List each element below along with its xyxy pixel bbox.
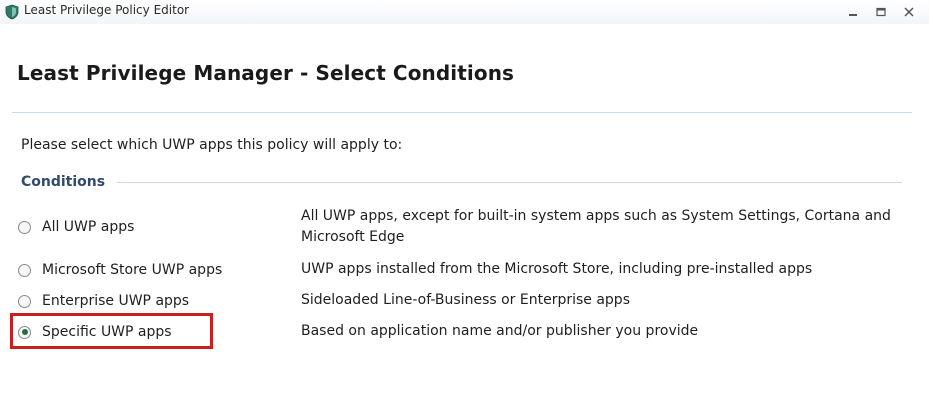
option-label: Enterprise UWP apps bbox=[42, 293, 190, 309]
close-icon[interactable] bbox=[895, 2, 923, 22]
maximize-icon[interactable] bbox=[867, 2, 895, 22]
title-bar: Least Privilege Policy Editor bbox=[0, 0, 929, 24]
option-label: All UWP apps bbox=[42, 219, 135, 235]
radio-all-uwp-apps[interactable]: All UWP apps bbox=[18, 217, 134, 237]
prompt-text: Please select which UWP apps this policy… bbox=[21, 137, 403, 153]
group-divider bbox=[117, 182, 902, 183]
radio-button[interactable] bbox=[18, 263, 31, 277]
highlight-box bbox=[10, 313, 213, 349]
option-description: Sideloaded Line-of-Business or Enterpris… bbox=[301, 292, 630, 308]
option-description: All UWP apps, except for built-in system… bbox=[301, 208, 891, 245]
radio-enterprise-uwp-apps[interactable]: Enterprise UWP apps bbox=[18, 291, 189, 311]
option-description: UWP apps installed from the Microsoft St… bbox=[301, 261, 813, 277]
window-controls bbox=[839, 2, 923, 22]
radio-button[interactable] bbox=[18, 294, 31, 308]
radio-microsoft-store-uwp-apps[interactable]: Microsoft Store UWP apps bbox=[18, 260, 222, 280]
header-divider bbox=[12, 112, 912, 113]
page-title: Least Privilege Manager - Select Conditi… bbox=[17, 61, 515, 85]
radio-button[interactable] bbox=[18, 220, 31, 234]
option-description: Based on application name and/or publish… bbox=[301, 323, 699, 339]
window-title: Least Privilege Policy Editor bbox=[24, 3, 190, 17]
shield-icon bbox=[4, 4, 20, 20]
option-label: Microsoft Store UWP apps bbox=[42, 262, 223, 278]
minimize-icon[interactable] bbox=[839, 2, 867, 22]
conditions-group-label: Conditions bbox=[21, 174, 106, 190]
